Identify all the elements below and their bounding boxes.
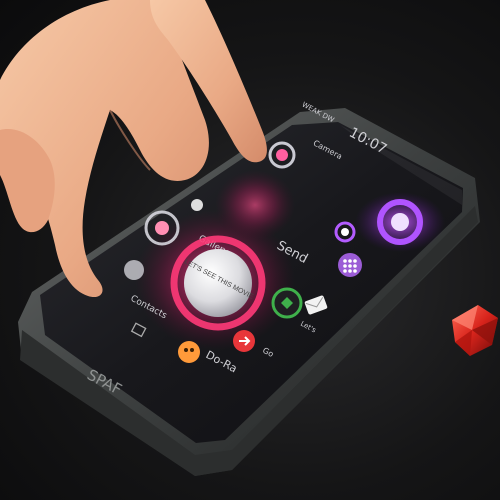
scene: WEAK DW 10:07 Camera Gallery Contacts LE… <box>0 0 498 476</box>
red-arrow-icon[interactable] <box>233 330 255 352</box>
red-gem <box>452 305 498 356</box>
small-dot-2 <box>124 260 144 280</box>
grid-icon[interactable] <box>338 253 362 277</box>
pink-glow-top <box>215 170 295 240</box>
green-app-icon[interactable] <box>271 287 303 319</box>
center-action-button[interactable]: LET'S SEE THIS MOVIE <box>170 235 266 331</box>
small-dot-1 <box>191 199 203 211</box>
orange-app-icon[interactable] <box>178 341 200 363</box>
